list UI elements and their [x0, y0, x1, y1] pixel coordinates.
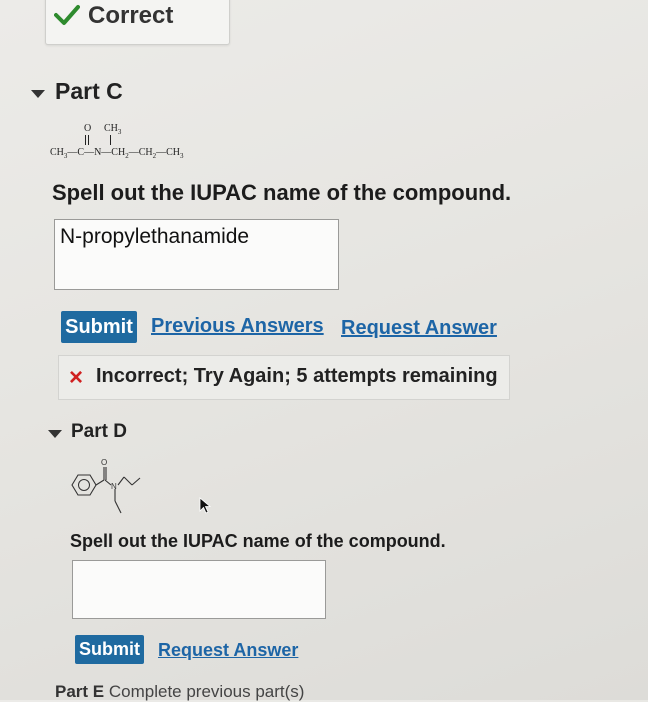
collapse-caret-icon[interactable]: [48, 430, 62, 438]
feedback-text: Incorrect; Try Again; 5 attempts remaini…: [96, 365, 498, 387]
part-d-title[interactable]: Part D: [71, 421, 127, 443]
part-d-answer-field[interactable]: [72, 560, 326, 619]
part-e-title: Part E: [55, 682, 105, 701]
n-bond: [110, 135, 111, 145]
benzene-ring: [71, 474, 97, 496]
part-c-request-answer-link[interactable]: Request Answer: [341, 317, 497, 340]
part-e-note: Complete previous part(s): [108, 682, 305, 701]
condensed-chain: CH3—C—N—CH2—CH2—CH3: [50, 147, 184, 160]
oxygen-label: O: [101, 458, 107, 467]
previous-answers-link[interactable]: Previous Answers: [151, 315, 324, 338]
carbonyl-oxygen: O: [84, 123, 92, 134]
part-c-submit-button[interactable]: Submit: [61, 311, 137, 343]
part-c-title[interactable]: Part C: [55, 78, 123, 105]
part-d-submit-button[interactable]: Submit: [75, 635, 144, 664]
part-d-structure: O N: [71, 458, 141, 514]
checkmark-icon: [54, 5, 80, 25]
part-e-header: Part E Complete previous part(s): [55, 682, 304, 702]
part-c-structure: O CH3 CH3—C—N—CH2—CH2—CH3: [50, 122, 220, 164]
part-d-request-answer-link[interactable]: Request Answer: [158, 640, 298, 661]
n-methyl: CH3: [104, 123, 122, 136]
nitrogen-label: N: [111, 482, 117, 491]
part-c-answer-value[interactable]: N-propylethanamide: [60, 225, 249, 249]
part-c-prompt: Spell out the IUPAC name of the compound…: [52, 180, 512, 205]
collapse-caret-icon[interactable]: [31, 90, 45, 98]
aromatic-circle: [78, 479, 90, 491]
double-bond: [85, 135, 89, 145]
mouse-cursor-icon: [199, 497, 212, 514]
incorrect-x-icon: ×: [69, 364, 84, 391]
part-d-prompt: Spell out the IUPAC name of the compound…: [70, 531, 446, 551]
correct-label: Correct: [88, 2, 174, 29]
